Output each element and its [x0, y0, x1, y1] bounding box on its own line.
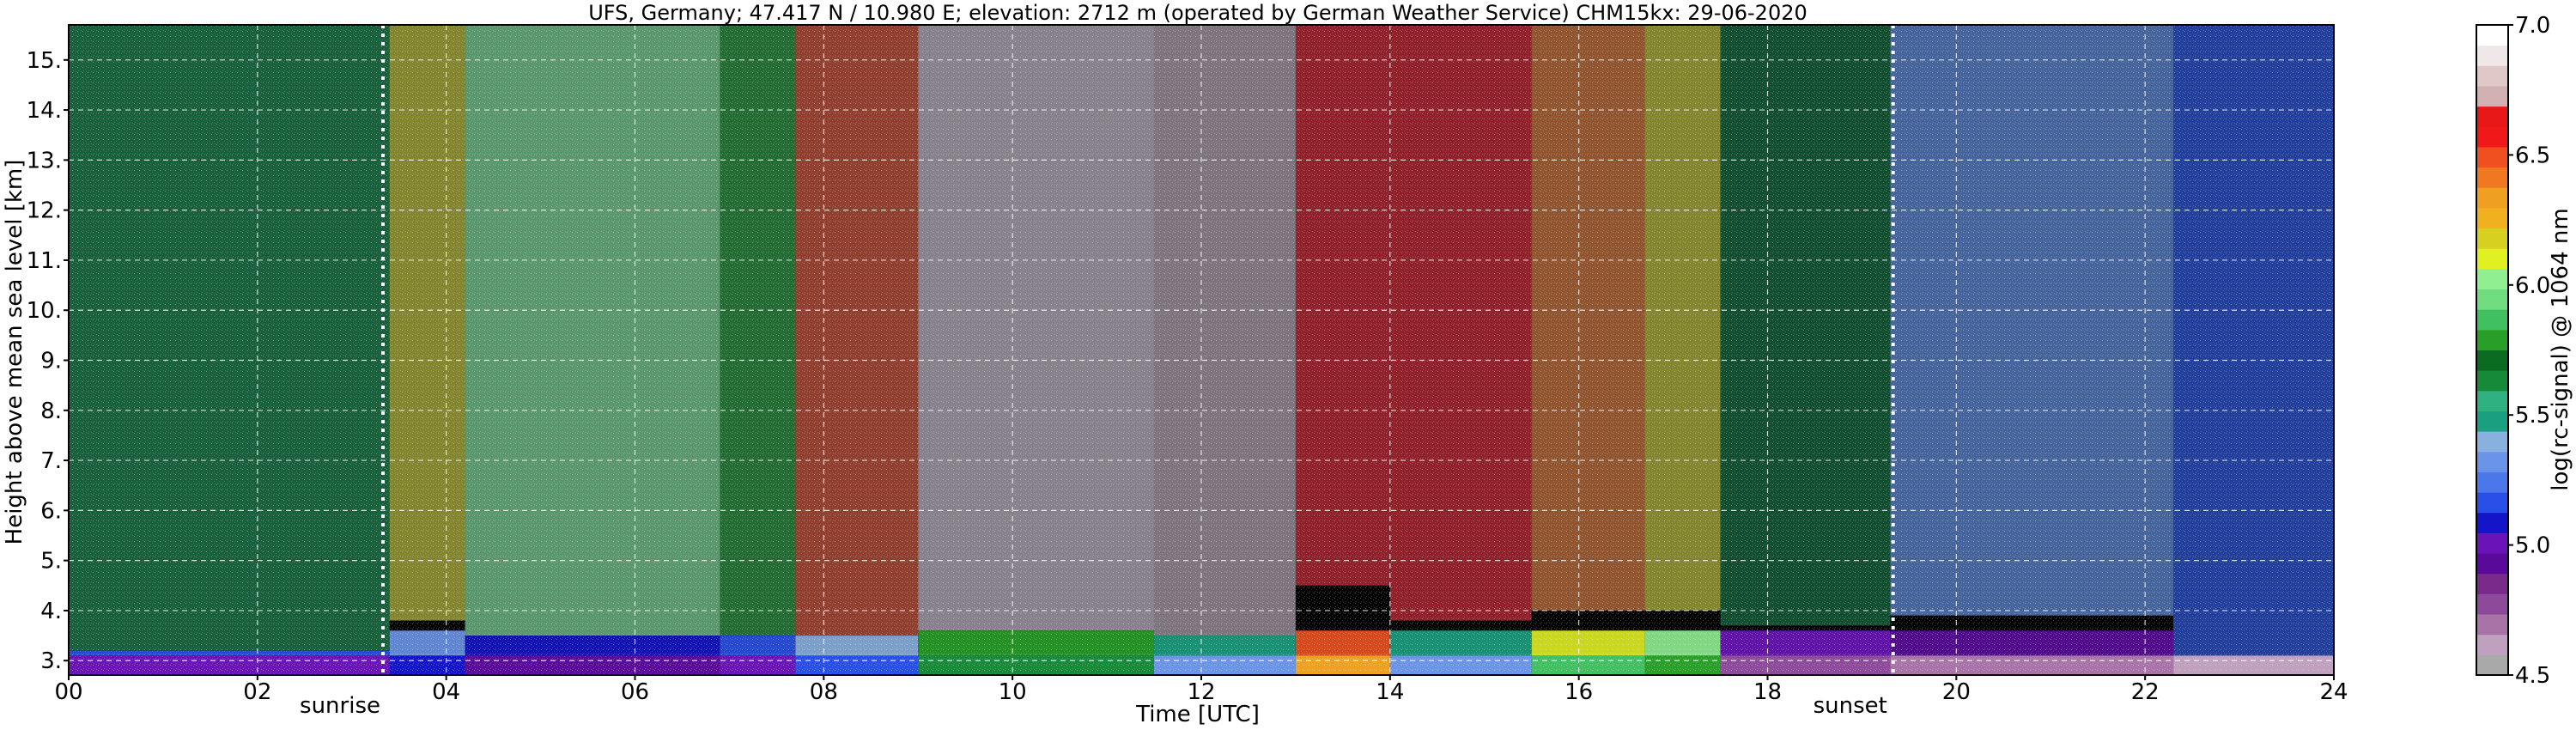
colorbar-cell-28 — [2476, 85, 2508, 107]
event-label-sunset: sunset — [1814, 693, 1887, 719]
colorbar-cell-30 — [2476, 45, 2508, 66]
event-labels: sunrise sunset — [300, 693, 1887, 719]
y-tick-label-12: 15. — [27, 48, 62, 74]
colorbar-cell-10 — [2476, 451, 2508, 472]
colorbar-cell-9 — [2476, 471, 2508, 493]
plot-area — [68, 24, 2335, 676]
colorbar-tick-label-5: 7.0 — [2515, 13, 2550, 39]
chart-title: UFS, Germany; 47.417 N / 10.980 E; eleva… — [588, 1, 1807, 25]
x-tick-label-2: 04 — [432, 679, 460, 705]
colorbar-cell-29 — [2476, 65, 2508, 87]
x-tick-label-3: 06 — [621, 679, 649, 705]
x-tick-label-12: 24 — [2319, 679, 2348, 705]
colorbar-tick-label-2: 5.5 — [2515, 403, 2550, 429]
x-tick-label-8: 16 — [1564, 679, 1593, 705]
colorbar-tick-label-3: 6.0 — [2515, 273, 2550, 299]
colorbar-tick-label-4: 6.5 — [2515, 143, 2550, 168]
colorbar-cell-4 — [2476, 573, 2508, 594]
y-axis-label: Height above mean sea level [km] — [2, 160, 27, 545]
colorbar-cell-13 — [2476, 390, 2508, 411]
colorbar-cell-31 — [2476, 25, 2508, 46]
colorbar-cell-22 — [2476, 207, 2508, 229]
y-tick-label-11: 14. — [27, 98, 62, 124]
colorbar-cell-11 — [2476, 431, 2508, 453]
colorbar-tick-label-1: 5.0 — [2515, 533, 2550, 559]
colorbar-cell-2 — [2476, 614, 2508, 636]
colorbar-ticks: 4.5 5.0 5.5 6.0 6.5 7.0 — [2508, 13, 2550, 689]
y-tick-label-7: 10. — [27, 298, 62, 324]
backscatter-chart: UFS, Germany; 47.417 N / 10.980 E; eleva… — [2, 1, 2573, 727]
colorbar-cell-5 — [2476, 553, 2508, 575]
x-tick-label-1: 02 — [243, 679, 271, 705]
colorbar-cell-18 — [2476, 289, 2508, 310]
x-tick-label-10: 20 — [1942, 679, 1971, 705]
y-tick-label-0: 3. — [40, 648, 62, 674]
colorbar-cell-16 — [2476, 329, 2508, 350]
y-tick-label-6: 9. — [40, 349, 62, 374]
x-axis-label: Time [UTC] — [1135, 702, 1260, 727]
y-tick-label-5: 8. — [40, 398, 62, 424]
x-tick-label-7: 14 — [1376, 679, 1404, 705]
colorbar-cell-24 — [2476, 167, 2508, 188]
ceilometer-figure: UFS, Germany; 47.417 N / 10.980 E; eleva… — [0, 0, 2576, 730]
colorbar-tick-label-0: 4.5 — [2515, 663, 2550, 689]
x-tick-label-5: 10 — [999, 679, 1027, 705]
y-tick-label-8: 11. — [27, 248, 62, 274]
colorbar-cell-1 — [2476, 634, 2508, 655]
x-tick-label-11: 22 — [2131, 679, 2160, 705]
x-tick-label-4: 08 — [810, 679, 838, 705]
event-label-sunrise: sunrise — [300, 693, 380, 719]
y-tick-label-9: 12. — [27, 198, 62, 224]
y-axis-ticks: 3. 4. 5. 6. 7. 8. 9. 10. 11. 12. 13. 14. 15. — [27, 48, 69, 674]
colorbar-cell-7 — [2476, 512, 2508, 533]
colorbar-cell-6 — [2476, 532, 2508, 554]
y-tick-label-2: 5. — [40, 549, 62, 575]
colorbar-cell-3 — [2476, 593, 2508, 615]
y-tick-label-4: 7. — [40, 448, 62, 474]
x-tick-label-0: 00 — [54, 679, 82, 705]
colorbar-label: log(rc-signal) @ 1064 nm — [2548, 208, 2573, 490]
y-tick-label-10: 13. — [27, 148, 62, 173]
colorbar-cell-17 — [2476, 309, 2508, 331]
colorbar-cell-27 — [2476, 106, 2508, 127]
colorbar-cell-20 — [2476, 248, 2508, 270]
colorbar-cell-23 — [2476, 187, 2508, 209]
colorbar-cell-14 — [2476, 370, 2508, 392]
colorbar-cell-25 — [2476, 146, 2508, 168]
colorbar-cells — [2476, 25, 2508, 676]
y-tick-label-3: 6. — [40, 498, 62, 524]
x-axis-ticks: 00 02 04 06 08 10 12 14 16 18 20 22 24 — [54, 675, 2348, 705]
colorbar-cell-15 — [2476, 350, 2508, 371]
colorbar-cell-0 — [2476, 654, 2508, 676]
colorbar-cell-21 — [2476, 228, 2508, 249]
x-tick-label-9: 18 — [1753, 679, 1782, 705]
colorbar-cell-12 — [2476, 411, 2508, 432]
colorbar-cell-26 — [2476, 126, 2508, 148]
colorbar-cell-8 — [2476, 492, 2508, 514]
y-tick-label-1: 4. — [40, 599, 62, 624]
colorbar-cell-19 — [2476, 268, 2508, 290]
colorbar: 4.5 5.0 5.5 6.0 6.5 7.0 log(rc-signal) @ 1064… — [2476, 13, 2573, 689]
